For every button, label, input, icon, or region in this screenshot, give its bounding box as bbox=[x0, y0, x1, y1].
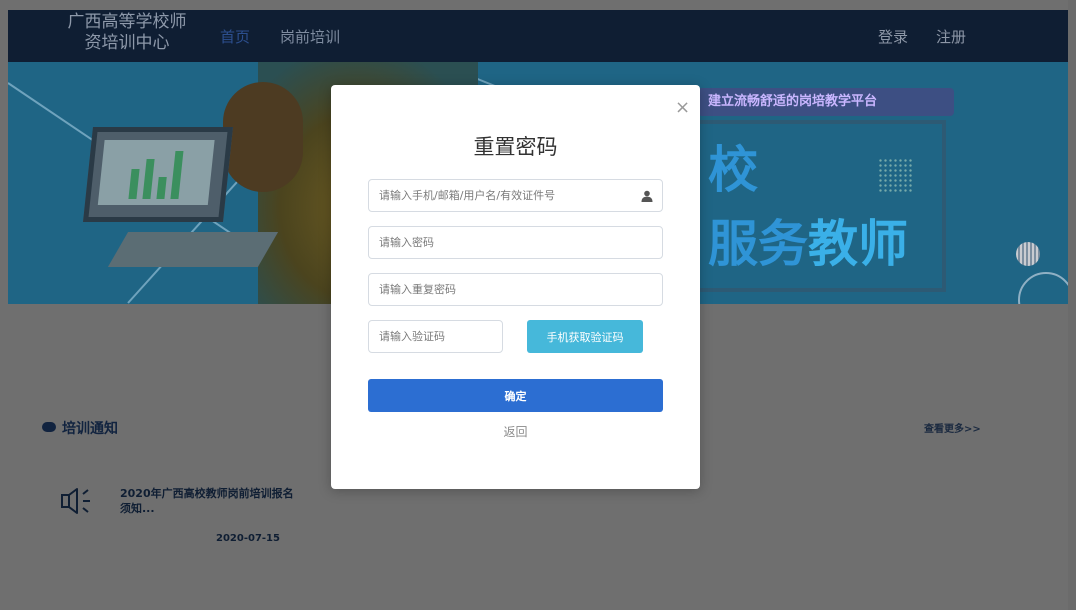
speaker-icon bbox=[61, 488, 90, 514]
chart-bar bbox=[170, 151, 184, 199]
account-input[interactable] bbox=[368, 179, 663, 212]
monitor-screen bbox=[97, 140, 215, 205]
verification-code-input[interactable] bbox=[368, 320, 503, 353]
logo-line-1: 广西高等学校师 bbox=[67, 12, 187, 32]
site-logo[interactable]: 广西高等学校师 资培训中心 bbox=[52, 12, 202, 54]
banner-headline-2: 服务教师 bbox=[708, 204, 908, 276]
banner-dot-pattern bbox=[878, 158, 912, 192]
section-title-text: 培训通知 bbox=[62, 421, 118, 437]
chart-bar bbox=[128, 169, 140, 199]
dialog-title: 重置密码 bbox=[473, 135, 558, 159]
password-input[interactable] bbox=[368, 226, 663, 259]
login-link[interactable]: 登录 bbox=[878, 26, 908, 47]
banner-photo-hair bbox=[223, 82, 303, 192]
repeat-password-input[interactable] bbox=[368, 273, 663, 306]
logo-line-2: 资培训中心 bbox=[84, 33, 170, 53]
banner-photo-monitor bbox=[83, 127, 233, 222]
get-sms-code-button[interactable]: 手机获取验证码 bbox=[527, 320, 643, 353]
view-more-link[interactable]: 查看更多>> bbox=[924, 420, 981, 435]
register-link[interactable]: 注册 bbox=[936, 26, 966, 47]
close-icon[interactable]: × bbox=[675, 99, 690, 117]
banner-circle-outline bbox=[1018, 272, 1068, 304]
nav-pre-job-training[interactable]: 岗前培训 bbox=[280, 26, 340, 47]
top-nav-bar: 广西高等学校师 资培训中心 首页 岗前培训 登录 注册 bbox=[8, 10, 1068, 62]
banner-striped-ball bbox=[1016, 242, 1040, 266]
chat-bubble-icon bbox=[42, 422, 56, 432]
reset-password-dialog: × 重置密码 手机获取验证码 确定 返回 bbox=[331, 85, 700, 489]
chart-bar bbox=[142, 159, 155, 199]
banner-photo-keyboard bbox=[107, 232, 279, 267]
user-icon bbox=[641, 190, 653, 202]
banner-headline-2-prefix: 服务 bbox=[708, 215, 808, 273]
nav-home[interactable]: 首页 bbox=[220, 26, 250, 47]
scrollbar-track[interactable] bbox=[1068, 0, 1076, 610]
notice-date: 2020-07-15 bbox=[216, 533, 280, 544]
confirm-button[interactable]: 确定 bbox=[368, 379, 663, 412]
notice-title[interactable]: 2020年广西高校教师岗前培训报名须知... bbox=[120, 486, 295, 516]
chart-bar bbox=[156, 177, 167, 199]
back-link[interactable]: 返回 bbox=[331, 423, 700, 440]
section-title-training-notices: 培训通知 bbox=[42, 418, 118, 438]
banner-headline-1: 校 bbox=[708, 141, 758, 199]
banner-slogan: 建立流畅舒适的岗培教学平台 bbox=[698, 88, 954, 116]
banner-headline-2-accent: 教师 bbox=[808, 215, 908, 273]
